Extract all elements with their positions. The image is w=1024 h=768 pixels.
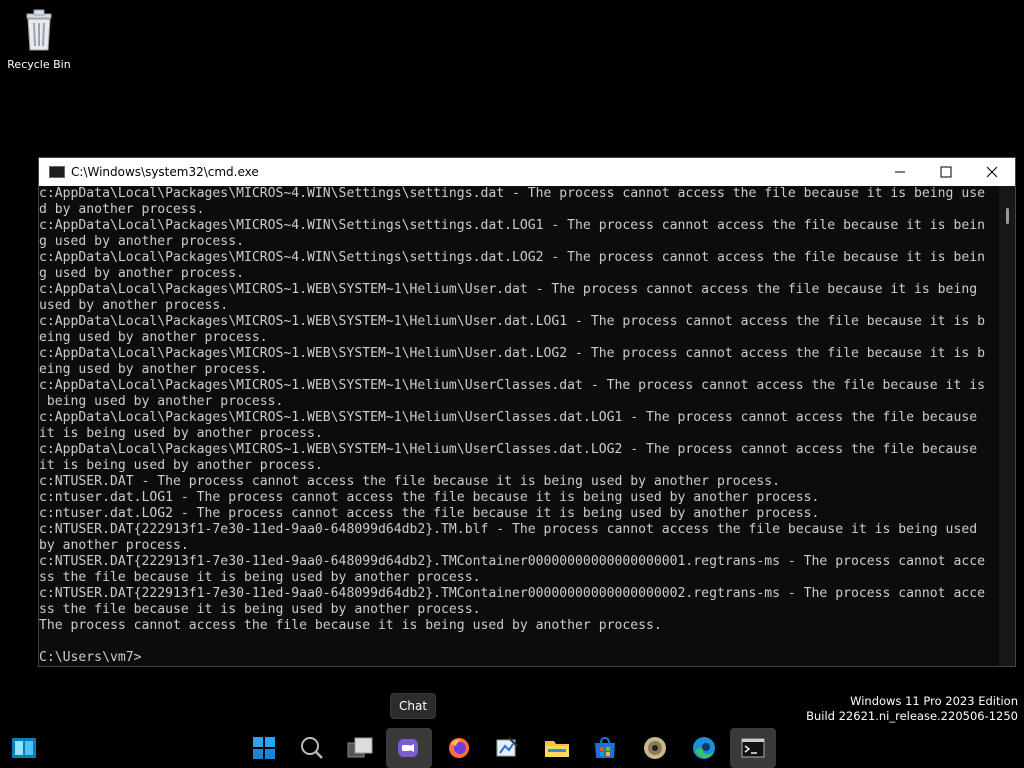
console-line: it is being used by another process. bbox=[39, 426, 323, 441]
console-line: The process cannot access the file becau… bbox=[39, 618, 662, 633]
console-line: ss the file because it is being used by … bbox=[39, 570, 481, 585]
chat-icon bbox=[398, 739, 418, 757]
console-line: c:AppData\Local\Packages\MICROS~4.WIN\Se… bbox=[39, 218, 985, 233]
taskbar-edge[interactable] bbox=[681, 728, 727, 768]
desktop-icon-recycle-bin[interactable]: Recycle Bin bbox=[4, 8, 74, 71]
minimize-icon bbox=[895, 171, 905, 173]
minimize-button[interactable] bbox=[877, 158, 923, 186]
console-line: used by another process. bbox=[39, 298, 229, 313]
cmd-window[interactable]: C:\Windows\system32\cmd.exe c:AppData\Lo… bbox=[38, 157, 1016, 667]
widgets-icon bbox=[12, 738, 36, 758]
maximize-icon bbox=[940, 166, 952, 178]
console-line: eing used by another process. bbox=[39, 362, 268, 377]
search-icon bbox=[301, 737, 323, 759]
chat-tooltip: Chat bbox=[390, 693, 437, 719]
console-line: c:AppData\Local\Packages\MICROS~1.WEB\SY… bbox=[39, 346, 985, 361]
window-controls bbox=[877, 158, 1015, 186]
console-line: c:ntuser.dat.LOG1 - The process cannot a… bbox=[39, 490, 820, 505]
close-icon bbox=[986, 166, 998, 178]
firefox-icon bbox=[449, 738, 469, 758]
scrollbar-thumb[interactable] bbox=[1006, 208, 1009, 224]
console-line: g used by another process. bbox=[39, 266, 244, 281]
console-line: c:AppData\Local\Packages\MICROS~4.WIN\Se… bbox=[39, 250, 985, 265]
maximize-button[interactable] bbox=[923, 158, 969, 186]
recycle-bin-icon bbox=[19, 8, 59, 54]
desktop-icon-label: Recycle Bin bbox=[7, 58, 71, 71]
console-line: g used by another process. bbox=[39, 234, 244, 249]
paint-icon bbox=[496, 737, 518, 757]
file-explorer-icon bbox=[545, 741, 569, 757]
console-line: c:NTUSER.DAT - The process cannot access… bbox=[39, 474, 781, 489]
window-titlebar[interactable]: C:\Windows\system32\cmd.exe bbox=[39, 158, 1015, 186]
vertical-scrollbar[interactable] bbox=[999, 186, 1015, 666]
taskbar-chat[interactable] bbox=[386, 728, 432, 768]
taskbar-firefox[interactable] bbox=[436, 728, 482, 768]
taskbar-search[interactable] bbox=[289, 728, 335, 768]
window-title: C:\Windows\system32\cmd.exe bbox=[71, 165, 259, 179]
console-line: c:AppData\Local\Packages\MICROS~1.WEB\SY… bbox=[39, 282, 978, 297]
console-line: C:\Users\vm7> bbox=[39, 650, 142, 665]
taskbar-start[interactable] bbox=[241, 728, 287, 768]
console-line: eing used by another process. bbox=[39, 330, 268, 345]
taskbar-disc[interactable] bbox=[632, 728, 678, 768]
build-text: Build 22621.ni_release.220506-1250 bbox=[806, 709, 1018, 723]
console-line: c:AppData\Local\Packages\MICROS~1.WEB\SY… bbox=[39, 314, 985, 329]
taskbar-widgets[interactable] bbox=[1, 728, 47, 768]
edition-text: Windows 11 Pro 2023 Edition bbox=[850, 694, 1018, 708]
console-line: c:AppData\Local\Packages\MICROS~1.WEB\SY… bbox=[39, 410, 978, 425]
console-line: being used by another process. bbox=[39, 394, 284, 409]
taskbar-store[interactable] bbox=[582, 728, 628, 768]
taskbar-paint[interactable] bbox=[484, 728, 530, 768]
start-icon bbox=[253, 737, 275, 759]
console-line: c:AppData\Local\Packages\MICROS~1.WEB\SY… bbox=[39, 442, 978, 457]
console-line: c:NTUSER.DAT{222913f1-7e30-11ed-9aa0-648… bbox=[39, 586, 985, 601]
store-icon bbox=[595, 736, 615, 758]
console-line: c:ntuser.dat.LOG2 - The process cannot a… bbox=[39, 506, 820, 521]
taskbar-terminal[interactable] bbox=[730, 728, 776, 768]
console-line: c:NTUSER.DAT{222913f1-7e30-11ed-9aa0-648… bbox=[39, 554, 985, 569]
edge-icon bbox=[693, 737, 715, 759]
terminal-icon bbox=[741, 738, 765, 758]
taskbar bbox=[0, 728, 1024, 768]
console-line: d by another process. bbox=[39, 202, 205, 217]
task-view-icon bbox=[347, 737, 373, 758]
console-line: c:AppData\Local\Packages\MICROS~4.WIN\Se… bbox=[39, 186, 985, 201]
cmd-app-icon bbox=[49, 166, 65, 178]
console-line: ss the file because it is being used by … bbox=[39, 602, 481, 617]
close-button[interactable] bbox=[969, 158, 1015, 186]
console-line: by another process. bbox=[39, 538, 189, 553]
disc-icon bbox=[644, 737, 666, 759]
taskbar-file-explorer[interactable] bbox=[534, 728, 580, 768]
console-line: c:NTUSER.DAT{222913f1-7e30-11ed-9aa0-648… bbox=[39, 522, 978, 537]
console-output[interactable]: c:AppData\Local\Packages\MICROS~4.WIN\Se… bbox=[39, 186, 999, 666]
console-line: c:AppData\Local\Packages\MICROS~1.WEB\SY… bbox=[39, 378, 985, 393]
console-line: it is being used by another process. bbox=[39, 458, 323, 473]
windows-edition-watermark: Windows 11 Pro 2023 Edition Build 22621.… bbox=[806, 694, 1018, 724]
taskbar-task-view[interactable] bbox=[337, 728, 383, 768]
